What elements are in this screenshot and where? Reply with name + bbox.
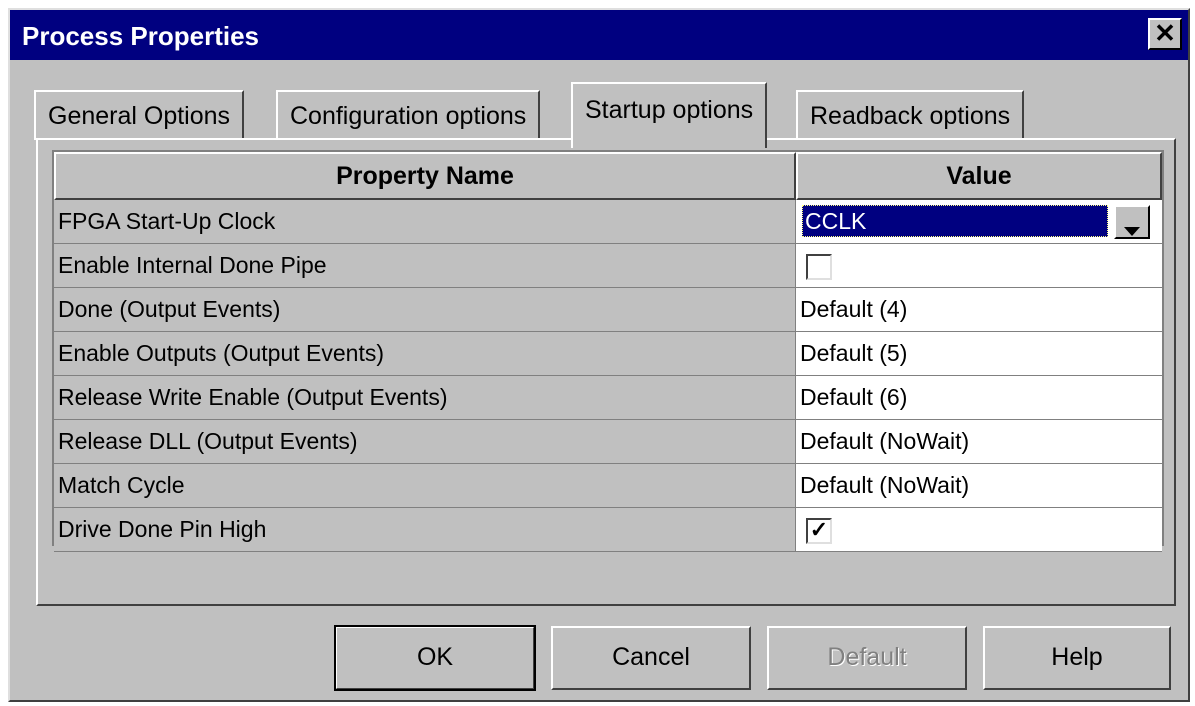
property-value-cell[interactable]: Default (6) [796,376,1162,420]
column-header-property-name[interactable]: Property Name [54,152,796,200]
title-bar[interactable]: Process Properties ✕ [10,10,1188,60]
startup-clock-select[interactable]: CCLK [802,205,1108,237]
table-row: Done (Output Events) Default (4) [54,288,1162,332]
header-label: Property Name [336,162,514,190]
property-name-cell[interactable]: FPGA Start-Up Clock [54,200,796,244]
property-name-cell[interactable]: Done (Output Events) [54,288,796,332]
cancel-button[interactable]: Cancel [551,626,751,690]
property-value-cell[interactable]: Default (NoWait) [796,464,1162,508]
table-row: Release Write Enable (Output Events) Def… [54,376,1162,420]
header-label: Value [946,162,1012,190]
property-grid: Property Name Value FPGA Start-Up Clock … [52,150,1164,552]
property-name-cell[interactable]: Match Cycle [54,464,796,508]
property-name-cell[interactable]: Release DLL (Output Events) [54,420,796,464]
property-value-cell[interactable]: ✓ [796,508,1162,552]
internal-done-pipe-checkbox[interactable] [806,254,832,280]
property-name-cell[interactable]: Release Write Enable (Output Events) [54,376,796,420]
property-name-cell[interactable]: Enable Internal Done Pipe [54,244,796,288]
table-row: Enable Outputs (Output Events) Default (… [54,332,1162,376]
property-name-cell[interactable]: Enable Outputs (Output Events) [54,332,796,376]
table-row: Drive Done Pin High ✓ [54,508,1162,552]
drive-done-pin-high-checkbox[interactable]: ✓ [806,518,832,544]
tab-configuration-options[interactable]: Configuration options [276,90,541,140]
tab-label: Readback options [810,102,1011,130]
property-value-cell[interactable]: CCLK [796,200,1162,244]
tab-label: General Options [48,102,231,130]
table-row: Release DLL (Output Events) Default (NoW… [54,420,1162,464]
tab-general-options[interactable]: General Options [34,90,245,140]
property-name-cell[interactable]: Drive Done Pin High [54,508,796,552]
window-title: Process Properties [22,21,260,51]
default-button[interactable]: Default [767,626,967,690]
tab-startup-options[interactable]: Startup options [571,82,768,148]
property-value-cell[interactable]: Default (5) [796,332,1162,376]
checkmark-icon: ✓ [809,517,829,542]
property-value-cell[interactable]: Default (4) [796,288,1162,332]
table-row: Enable Internal Done Pipe [54,244,1162,288]
help-button[interactable]: Help [983,626,1171,690]
column-header-value[interactable]: Value [796,152,1162,200]
chevron-down-icon [1124,227,1140,236]
table-row: FPGA Start-Up Clock CCLK [54,200,1162,244]
tab-readback-options[interactable]: Readback options [796,90,1025,140]
process-properties-dialog: Process Properties ✕ General Options Con… [8,8,1190,702]
tab-label: Configuration options [290,102,527,130]
property-value-cell[interactable]: Default (NoWait) [796,420,1162,464]
property-value-cell[interactable] [796,244,1162,288]
table-row: Match Cycle Default (NoWait) [54,464,1162,508]
tab-label: Startup options [585,96,754,124]
dropdown-button[interactable] [1114,205,1150,239]
close-icon: ✕ [1154,18,1176,48]
close-button[interactable]: ✕ [1148,18,1182,50]
ok-button[interactable]: OK [334,625,536,691]
